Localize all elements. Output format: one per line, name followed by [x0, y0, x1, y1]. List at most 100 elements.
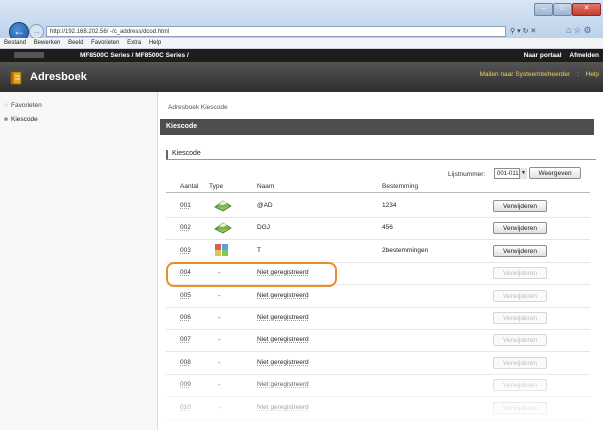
table-row: 002 DGJ 456 Verwijderen — [166, 217, 590, 241]
row-number[interactable]: 002 — [180, 224, 191, 231]
device-title: MF8500C Series / MF8500C Series / — [80, 52, 189, 59]
table-row: 007 - Niet geregistreerd Verwijderen — [166, 329, 590, 353]
entry-name[interactable]: Niet geregistreerd — [257, 314, 309, 321]
chevron-down-icon[interactable]: ▼ — [519, 168, 527, 179]
type-empty-marker: - — [218, 313, 221, 322]
address-book-icon — [10, 71, 22, 85]
column-header-bestemming: Bestemming — [382, 183, 419, 190]
panel-title: Kiescode — [166, 150, 596, 160]
settings-gear-icon[interactable]: ⚙ — [584, 25, 594, 35]
delete-button[interactable]: Verwijderen — [493, 222, 547, 235]
header-link-separator: : — [577, 71, 579, 78]
row-number[interactable]: 010 — [180, 404, 191, 411]
search-icon[interactable]: ⚲ — [510, 28, 515, 35]
display-button[interactable]: Weergeven — [529, 167, 581, 179]
row-number[interactable]: 003 — [180, 247, 191, 254]
row-number[interactable]: 006 — [180, 314, 191, 321]
entry-name[interactable]: DGJ — [257, 224, 270, 231]
menu-bar: Bestand Bewerken Beeld Favorieten Extra … — [0, 38, 603, 49]
browser-toolbar-icons: ⌂☆⚙ — [566, 25, 594, 36]
row-number[interactable]: 009 — [180, 381, 191, 388]
menu-item-extra[interactable]: Extra — [127, 40, 141, 46]
logout-link[interactable]: Afmelden — [569, 52, 599, 59]
row-number[interactable]: 008 — [180, 359, 191, 366]
refresh-icon[interactable]: ↻ — [523, 28, 529, 35]
stop-icon[interactable]: ✕ — [530, 28, 536, 35]
sidebar-bullet-icon: ○ — [4, 102, 8, 109]
section-title: Kiescode — [160, 119, 594, 135]
group-icon — [215, 243, 228, 256]
address-bar[interactable]: http://192.168.202.56/ -/c_address/dcod.… — [46, 26, 506, 37]
table-row: 010 - Niet geregistreerd Verwijderen — [166, 397, 590, 420]
entry-name[interactable]: Niet geregistreerd — [257, 336, 309, 343]
close-icon[interactable]: ✕ — [572, 3, 601, 16]
help-link[interactable]: Help — [586, 71, 599, 78]
type-empty-marker: - — [218, 357, 221, 367]
menu-item-beeld[interactable]: Beeld — [68, 40, 83, 46]
device-bar: MF8500C Series / MF8500C Series / Naar p… — [0, 49, 603, 62]
entry-destination: 456 — [382, 224, 393, 232]
type-empty-marker: - — [218, 380, 221, 390]
delete-button: Verwijderen — [493, 379, 547, 392]
column-header-naam: Naam — [257, 183, 275, 190]
app-header: Adresboek Mailen naar Systeembeheerder :… — [0, 62, 603, 92]
minimize-icon[interactable]: – — [534, 3, 553, 16]
entry-destination: 1234 — [382, 202, 397, 209]
list-number-label: Lijstnummer: — [448, 171, 486, 178]
table-row: 009 - Niet geregistreerd Verwijderen — [166, 374, 590, 398]
highlight-outline — [166, 262, 337, 287]
delete-button[interactable]: Verwijderen — [493, 244, 547, 257]
entry-name[interactable]: Niet geregistreerd — [257, 381, 309, 388]
row-number[interactable]: 007 — [180, 336, 191, 343]
page-title: Adresboek — [30, 71, 87, 83]
column-header-aantal: Aantal — [180, 183, 199, 190]
delete-button: Verwijderen — [493, 289, 547, 302]
row-number[interactable]: 005 — [180, 292, 191, 299]
table-row: 001 @AD 1234 Verwijderen — [166, 195, 590, 218]
table-row: 008 - Niet geregistreerd Verwijderen — [166, 352, 590, 375]
entry-name[interactable]: @AD — [257, 202, 273, 209]
entry-name[interactable]: Niet geregistreerd — [257, 404, 309, 411]
device-ip-redacted — [14, 52, 44, 58]
menu-item-bestand[interactable]: Bestand — [4, 40, 26, 46]
row-number[interactable]: 001 — [180, 202, 191, 209]
sidebar-item-favorieten[interactable]: ○ Favorieten — [4, 102, 42, 109]
entry-name[interactable]: T — [257, 247, 261, 254]
entry-name[interactable]: Niet geregistreerd — [257, 359, 309, 366]
table-row: 005 - Niet geregistreerd Verwijderen — [166, 285, 590, 308]
type-empty-marker: - — [218, 402, 221, 412]
email-icon — [214, 222, 232, 234]
delete-button: Verwijderen — [493, 401, 547, 414]
sidebar: ○ Favorieten ■ Kiescode — [0, 92, 158, 430]
email-icon — [214, 200, 232, 212]
type-empty-marker: - — [218, 290, 221, 300]
sidebar-item-kiescode[interactable]: ■ Kiescode — [4, 116, 38, 123]
mail-admin-link[interactable]: Mailen naar Systeembeheerder — [479, 71, 570, 78]
device-links: Naar portaal Afmelden — [518, 49, 599, 62]
column-header-type: Type — [209, 183, 224, 190]
entry-destination: 2bestemmingen — [382, 246, 429, 254]
header-links: Mailen naar Systeembeheerder : Help — [474, 71, 599, 78]
forward-arrow-icon[interactable]: → — [29, 24, 44, 39]
portal-link[interactable]: Naar portaal — [524, 52, 562, 59]
favorites-star-icon[interactable]: ☆ — [573, 25, 583, 35]
address-bar-actions[interactable]: ⚲ ▾ ↻ ✕ — [510, 26, 536, 37]
table-header-divider — [166, 192, 590, 193]
menu-item-bewerken[interactable]: Bewerken — [34, 40, 61, 46]
delete-button: Verwijderen — [493, 312, 547, 324]
type-empty-marker: - — [218, 335, 221, 345]
table-row: 006 - Niet geregistreerd Verwijderen — [166, 307, 590, 330]
delete-button: Verwijderen — [493, 334, 547, 347]
breadcrumb: Adresboek Kiescode — [168, 104, 228, 111]
sidebar-item-label: Favorieten — [11, 102, 42, 109]
delete-button: Verwijderen — [493, 267, 547, 280]
entry-name[interactable]: Niet geregistreerd — [257, 292, 309, 299]
delete-button[interactable]: Verwijderen — [493, 200, 547, 212]
menu-item-favorieten[interactable]: Favorieten — [91, 40, 119, 46]
delete-button: Verwijderen — [493, 356, 547, 369]
dropdown-icon[interactable]: ▾ — [517, 28, 521, 35]
sidebar-item-label: Kiescode — [11, 116, 38, 123]
sidebar-bullet-icon: ■ — [4, 116, 8, 123]
menu-item-help[interactable]: Help — [149, 40, 161, 46]
maximize-icon[interactable]: □ — [553, 3, 572, 16]
